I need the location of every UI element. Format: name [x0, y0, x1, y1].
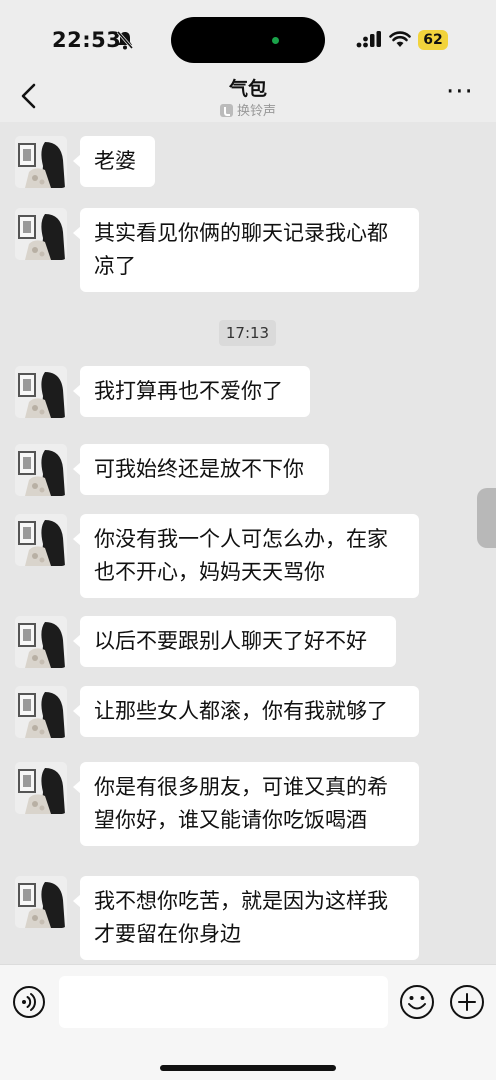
message-text-line: 可我始终还是放不下你: [94, 457, 304, 481]
message-list[interactable]: 17:13 老婆其实看见你俩的聊天记录我心都 凉了我打算再也不爱你了 可我始终还是放…: [0, 122, 496, 964]
status-bar: 22:53 62: [0, 0, 496, 70]
wifi-icon: [389, 31, 411, 47]
contact-avatar[interactable]: [15, 514, 67, 566]
more-options-button[interactable]: ···: [446, 79, 476, 106]
message-text-line: 让那些女人都滚，你有我就够了: [94, 699, 388, 723]
message-bubble[interactable]: 老婆: [73, 136, 155, 187]
message-bubble[interactable]: 以后不要跟别人聊天了好不好: [73, 616, 396, 667]
ringtone-subtitle[interactable]: 换铃声: [0, 100, 496, 119]
message-text-line: 望你好，谁又能请你吃饭喝酒: [94, 808, 367, 832]
contact-avatar[interactable]: [15, 136, 67, 188]
message-text-line: 你没有我一个人可怎么办，在家: [94, 527, 388, 551]
message-text-line: 你是有很多朋友，可谁又真的希: [94, 775, 388, 799]
message-text-line: 我打算再也不爱你了: [94, 379, 283, 403]
message-bubble[interactable]: 你没有我一个人可怎么办，在家 也不开心，妈妈天天骂你: [73, 514, 419, 598]
voice-input-icon[interactable]: [12, 985, 46, 1019]
message-text-line: 凉了: [94, 254, 136, 278]
contact-avatar[interactable]: [15, 876, 67, 928]
message-bubble[interactable]: 其实看见你俩的聊天记录我心都 凉了: [73, 208, 419, 292]
home-indicator[interactable]: [160, 1065, 336, 1071]
chat-header: 气包 换铃声 ···: [0, 70, 496, 122]
input-bar: [0, 964, 496, 1080]
ringtone-label: 换铃声: [236, 104, 276, 119]
contact-avatar[interactable]: [15, 444, 67, 496]
message-text-line: 以后不要跟别人聊天了好不好: [94, 629, 367, 653]
camera-indicator-dot: [272, 37, 279, 44]
contact-avatar[interactable]: [15, 616, 67, 668]
scroll-handle[interactable]: [477, 488, 496, 548]
chat-title[interactable]: 气包: [0, 74, 496, 101]
bell-slash-icon: [116, 31, 134, 50]
status-time: 22:53: [52, 28, 122, 52]
dynamic-island: [171, 17, 325, 63]
message-text-line: 其实看见你俩的聊天记录我心都: [94, 221, 388, 245]
message-text-line: 我不想你吃苦，就是因为这样我: [94, 889, 388, 913]
message-bubble[interactable]: 你是有很多朋友，可谁又真的希 望你好，谁又能请你吃饭喝酒: [73, 762, 419, 846]
message-text-line: 才要留在你身边: [94, 922, 241, 946]
message-text-line: 老婆: [94, 149, 136, 173]
message-bubble[interactable]: 我不想你吃苦，就是因为这样我 才要留在你身边: [73, 876, 419, 960]
battery-indicator: 62: [418, 30, 448, 50]
message-bubble[interactable]: 让那些女人都滚，你有我就够了: [73, 686, 419, 737]
contact-avatar[interactable]: [15, 366, 67, 418]
message-bubble[interactable]: 我打算再也不爱你了: [73, 366, 310, 417]
contact-avatar[interactable]: [15, 686, 67, 738]
ringtone-icon: [219, 104, 233, 117]
plus-circle-icon[interactable]: [449, 984, 485, 1020]
contact-avatar[interactable]: [15, 762, 67, 814]
cellular-signal-icon: [356, 31, 381, 48]
emoji-icon[interactable]: [399, 984, 435, 1020]
message-text-line: 也不开心，妈妈天天骂你: [94, 560, 325, 584]
contact-avatar[interactable]: [15, 208, 67, 260]
message-input[interactable]: [59, 976, 388, 1028]
message-bubble[interactable]: 可我始终还是放不下你: [73, 444, 329, 495]
timestamp-separator: 17:13: [219, 320, 276, 346]
